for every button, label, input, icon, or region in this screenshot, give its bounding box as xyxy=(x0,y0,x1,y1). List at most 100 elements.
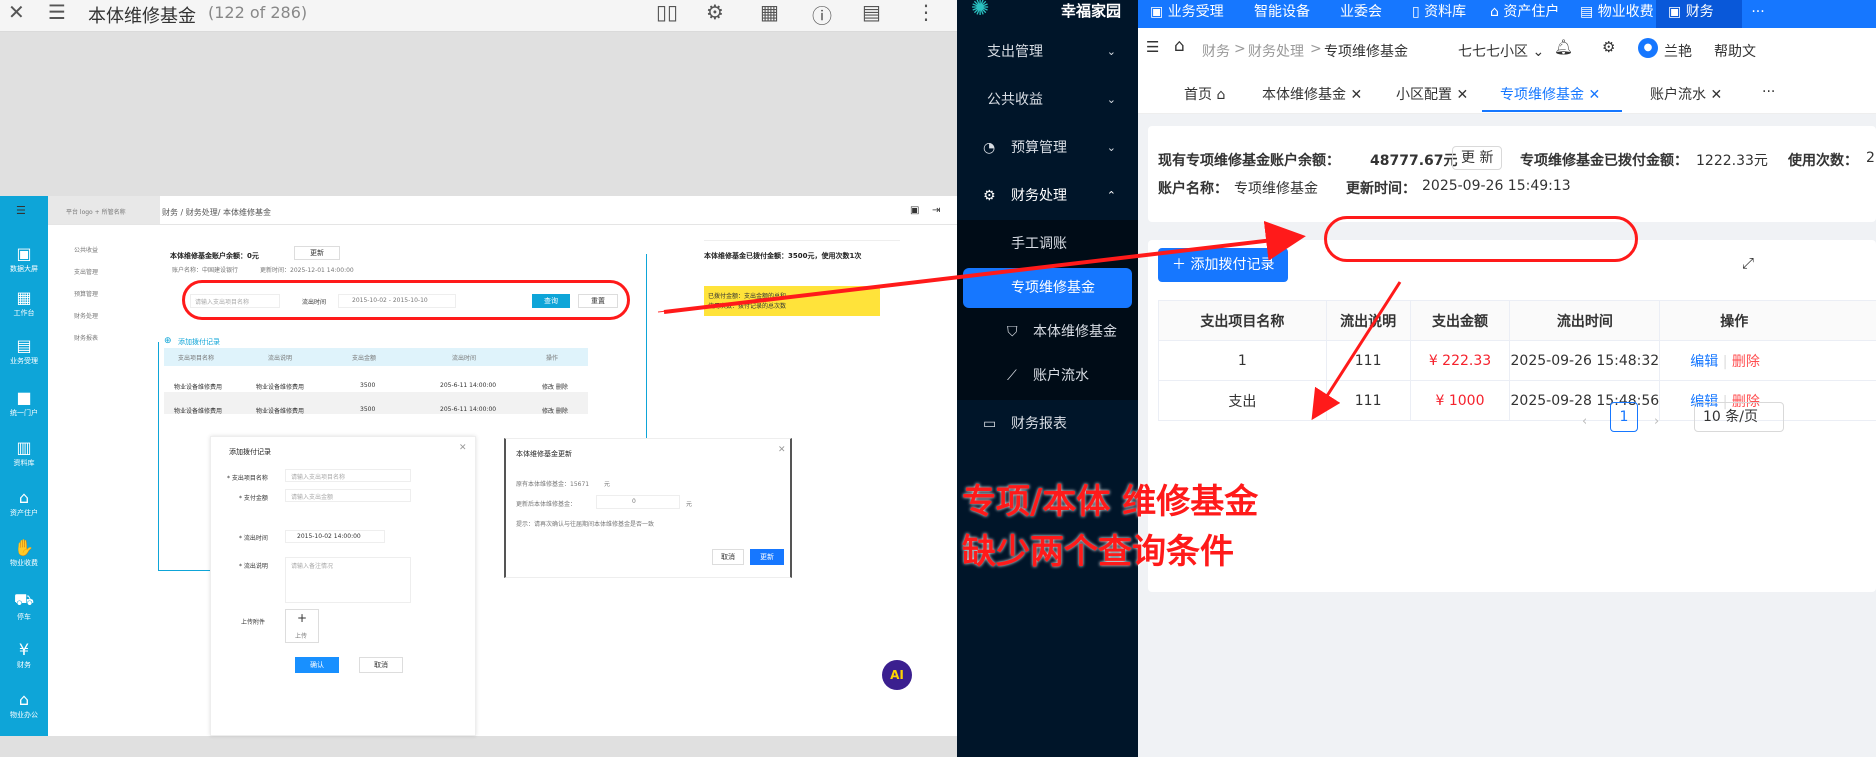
dlg2-tip: 提示：请再次确认与往届期间本体维修基金是否一致 xyxy=(516,521,655,528)
help-link[interactable]: 帮助文 xyxy=(1714,41,1756,61)
update-button[interactable]: 更 新 xyxy=(1452,146,1503,170)
close-icon[interactable]: ✕ xyxy=(1350,87,1362,103)
page-number[interactable]: 1 xyxy=(1610,402,1638,432)
doc-icon: ▯ xyxy=(1412,4,1425,20)
book-icon[interactable]: ▯▯ xyxy=(656,0,678,24)
viewer-toolbar: ✕ ☰ 本体维修基金 (122 of 286) ▯▯ ⚙ ▦ ⓘ ▤ ⋮ xyxy=(0,0,957,32)
gear-icon[interactable]: ⚙ xyxy=(706,0,724,24)
sidebar-item-body-fund[interactable]: ⛉ 本体维修基金 xyxy=(957,308,1138,356)
home-icon: ⌂ xyxy=(1216,87,1226,103)
plus-icon: + xyxy=(297,611,308,625)
dlg2-ok-button: 更新 xyxy=(750,549,784,565)
close-icon[interactable]: ✕ xyxy=(1588,87,1600,103)
doc-balance: 本体维修基金账户余额：0元 xyxy=(170,252,259,260)
nav-more-icon[interactable]: ··· xyxy=(1742,0,1774,28)
doc-side-item: ⛟ 停车 xyxy=(0,590,48,622)
tab-community-config[interactable]: 小区配置 ✕ xyxy=(1396,84,1468,104)
pdf-viewer: ✕ ☰ 本体维修基金 (122 of 286) ▯▯ ⚙ ▦ ⓘ ▤ ⋮ ▣ 数据… xyxy=(0,0,957,757)
doc-td: 3500 xyxy=(360,406,376,413)
sidebar-item-special-fund[interactable]: 专项维修基金 xyxy=(957,264,1138,312)
doc-logout-icon: ⇥ xyxy=(932,205,941,216)
dlg1-time: 2015-10-02 14:00:00 xyxy=(297,533,361,540)
doc-add-link: 添加拨付记录 xyxy=(178,338,220,346)
dlg1-ok-button: 确认 xyxy=(295,657,339,673)
breadcrumb-item[interactable]: 财务处理 xyxy=(1248,41,1304,61)
dlg2-original: 原有本体维修基金：15671 xyxy=(516,481,590,488)
dlg2-cancel-button: 取消 xyxy=(712,549,744,565)
top-nav: ▣ 业务受理 智能设备 业委会 ▯ 资料库 ⌂ 资产住户 ▤ 物业收费 ▣ 财务… xyxy=(1138,0,1876,28)
tab-special-fund[interactable]: 专项维修基金 ✕ xyxy=(1500,84,1600,104)
prev-page-icon[interactable]: ‹ xyxy=(1582,414,1587,429)
home-icon[interactable]: ⌂ xyxy=(1174,36,1185,56)
td-name: 支出 xyxy=(1158,380,1327,421)
tab-home[interactable]: 首页 ⌂ xyxy=(1184,84,1225,104)
page-size-select[interactable]: 10 条/页 xyxy=(1694,402,1784,432)
annotation-line-1: 专项/本体 维修基金 xyxy=(962,482,1259,522)
sidebar-item-finance-report[interactable]: ▭ 财务报表 xyxy=(957,400,1138,448)
sidebar-item-expense[interactable]: 支出管理 ⌄ xyxy=(957,28,1138,76)
doc-paid: 本体维修基金已拨付金额：3500元，使用次数1次 xyxy=(704,252,862,260)
edit-link[interactable]: 编辑 xyxy=(1690,354,1718,370)
tab-active-indicator xyxy=(1482,110,1622,112)
nav-business[interactable]: ▣ 业务受理 xyxy=(1150,0,1224,28)
sidebar-item-public-income[interactable]: 公共收益 ⌄ xyxy=(957,76,1138,124)
close-icon[interactable]: ✕ xyxy=(1456,87,1468,103)
doc-td: 物业设备维修费用 xyxy=(174,408,223,415)
nav-devices[interactable]: 智能设备 xyxy=(1254,0,1310,28)
th-name: 支出项目名称 xyxy=(1158,300,1327,341)
menu-icon[interactable]: ☰ xyxy=(48,0,66,24)
doc-td: 修改 删除 xyxy=(542,408,568,415)
settings-icon[interactable]: ⚙ xyxy=(1602,38,1615,56)
line-chart-icon: ⟋ xyxy=(1007,368,1017,384)
use-value: 2 xyxy=(1866,150,1875,166)
document-icon[interactable]: ▤ xyxy=(862,0,881,24)
dlg1-cancel-button: 取消 xyxy=(359,657,403,673)
grid-icon[interactable]: ▦ xyxy=(760,0,779,24)
close-icon[interactable]: ✕ xyxy=(1710,87,1722,103)
doc-red-circle xyxy=(182,280,630,320)
td-name: 1 xyxy=(1158,340,1327,381)
doc-update-dialog: 本体维修基金更新 ✕ 原有本体维修基金：15671 元 更新后本体维修基金： 0… xyxy=(504,438,792,578)
paid-label: 专项维修基金已拨付金额： xyxy=(1520,153,1688,169)
menu-fold-icon[interactable]: ☰ xyxy=(1146,38,1159,56)
account-value: 专项维修基金 xyxy=(1234,181,1318,197)
dlg2-unit: 元 xyxy=(686,501,693,508)
nav-finance[interactable]: ▣ 财务 xyxy=(1668,0,1714,28)
doc-th: 流出说明 xyxy=(268,355,293,362)
breadcrumb-item[interactable]: 财务 xyxy=(1202,41,1230,61)
nav-assets[interactable]: ⌂ 资产住户 xyxy=(1490,0,1559,28)
breadcrumb-bar: ☰ ⌂ 财务 > 财务处理 > 专项维修基金 七七七小区 ⌄ 🔔︎ ⚙ ● 兰艳… xyxy=(1138,28,1876,74)
sidebar-item-manual-adjust[interactable]: 手工调账 xyxy=(957,220,1138,268)
add-record-button[interactable]: ＋ 添加拨付记录 xyxy=(1158,248,1289,282)
dlg1-placeholder: 请输入支出金额 xyxy=(291,494,334,501)
dlg1-placeholder: 请输入支出项目名称 xyxy=(291,474,346,481)
nav-committee[interactable]: 业委会 xyxy=(1340,0,1382,28)
tabs-more-icon[interactable]: ··· xyxy=(1762,84,1775,100)
td-desc: 111 xyxy=(1325,340,1411,381)
doc-td: 205-6-11 14:00:00 xyxy=(440,406,497,413)
more-icon[interactable]: ⋮ xyxy=(916,0,936,24)
doc-td: 3500 xyxy=(360,382,376,389)
community-select[interactable]: 七七七小区 ⌄ xyxy=(1458,41,1544,61)
doc-side-item: ⌂ 物业办公 xyxy=(0,690,48,720)
nav-library[interactable]: ▯ 资料库 xyxy=(1412,0,1466,28)
sidebar-item-finance-processing[interactable]: ⚙ 财务处理 ⌃ xyxy=(957,172,1138,220)
doc-side-item: ▣ 数据大屏 xyxy=(0,244,48,274)
tab-body-fund[interactable]: 本体维修基金 ✕ xyxy=(1262,84,1362,104)
update-time-value: 2025-09-26 15:49:13 xyxy=(1422,178,1571,194)
close-icon[interactable]: ✕ xyxy=(8,0,25,24)
avatar[interactable]: ● xyxy=(1638,38,1658,58)
doc-menu-item: 财务报表 xyxy=(74,335,99,342)
sidebar-item-budget[interactable]: ◔ 预算管理 ⌄ xyxy=(957,124,1138,172)
tab-account-flow[interactable]: 账户流水 ✕ xyxy=(1650,84,1722,104)
delete-link[interactable]: 删除 xyxy=(1732,354,1760,370)
info-icon[interactable]: ⓘ xyxy=(812,0,832,29)
bell-icon[interactable]: 🔔︎ xyxy=(1554,38,1573,56)
next-page-icon[interactable]: › xyxy=(1654,414,1659,429)
nav-fees[interactable]: ▤ 物业收费 xyxy=(1580,0,1654,28)
sidebar-item-account-flow[interactable]: ⟋ 账户流水 xyxy=(957,352,1138,400)
chevron-down-icon: ⌄ xyxy=(1106,93,1116,106)
user-name[interactable]: 兰艳 xyxy=(1664,41,1692,61)
doc-note-1: 已拨付金额：支出金额的总和 xyxy=(708,293,787,300)
fullscreen-icon[interactable]: ⤢ xyxy=(1742,254,1754,272)
